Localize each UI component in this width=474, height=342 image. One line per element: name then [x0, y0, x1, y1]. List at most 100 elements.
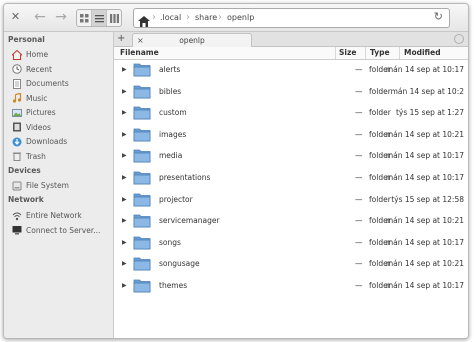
- folder-icon: [133, 62, 151, 77]
- sidebar-item-label: Connect to Server...: [26, 225, 101, 235]
- breadcrumb-separator: ›: [186, 12, 190, 23]
- file-type: folder: [369, 86, 391, 96]
- drive-icon: [12, 181, 22, 191]
- server-icon: [12, 225, 22, 235]
- file-manager-window: ✕ ← → › .local › share › openlp ↻ Person…: [3, 3, 469, 339]
- table-row[interactable]: ▶ projector — folder týs 15 sep at 12:58: [114, 190, 468, 212]
- file-name: songs: [159, 237, 181, 247]
- file-name: songusage: [159, 259, 200, 269]
- tab-bar: + × openlp: [114, 32, 468, 47]
- file-size: —: [355, 281, 363, 290]
- file-modified: mán 14 sep at 10:21: [385, 129, 464, 139]
- breadcrumb-item[interactable]: .local: [160, 9, 181, 27]
- expand-arrow-icon[interactable]: ▶: [122, 174, 127, 181]
- file-size: —: [355, 237, 363, 247]
- file-name: themes: [159, 281, 188, 290]
- new-tab-icon[interactable]: +: [117, 32, 125, 46]
- sidebar-heading-devices: Devices: [8, 166, 41, 175]
- file-list: Filename Size Type Modified ▶ alerts — fold…: [114, 47, 468, 338]
- folder-icon: [133, 278, 151, 293]
- file-name: custom: [159, 108, 187, 118]
- folder-icon: [133, 105, 151, 120]
- file-size: —: [355, 108, 363, 118]
- file-name: images: [159, 129, 187, 139]
- sidebar-heading-network: Network: [8, 195, 44, 204]
- view-switcher: [76, 9, 122, 27]
- table-row[interactable]: ▶ presentations — folder mán 14 sep at 10:17: [114, 168, 468, 190]
- folder-icon: [133, 235, 151, 250]
- sidebar-item-connect-to-server[interactable]: Connect to Server...: [12, 224, 100, 237]
- sidebar-item-trash[interactable]: Trash: [12, 150, 46, 163]
- column-view-icon[interactable]: [107, 10, 121, 26]
- file-modified: mán 14 sep at 10:21: [385, 259, 464, 269]
- sidebar-item-documents[interactable]: Documents: [12, 77, 69, 90]
- file-size: —: [355, 216, 363, 226]
- expand-arrow-icon[interactable]: ▶: [122, 131, 127, 138]
- table-row[interactable]: ▶ themes — folder mán 14 sep at 10:17: [114, 276, 468, 298]
- reload-icon[interactable]: ↻: [434, 10, 443, 23]
- file-modified: mán 14 sep at 10:17: [385, 237, 464, 247]
- list-view-icon[interactable]: [92, 10, 107, 26]
- table-row[interactable]: ▶ media — folder mán 14 sep at 10:17: [114, 146, 468, 168]
- forward-icon[interactable]: →: [53, 9, 69, 25]
- home-icon: [10, 49, 24, 60]
- breadcrumb-item[interactable]: openlp: [227, 9, 254, 27]
- sidebar-item-recent[interactable]: Recent: [12, 63, 52, 76]
- breadcrumb-item[interactable]: share: [195, 9, 217, 27]
- expand-arrow-icon[interactable]: ▶: [122, 217, 127, 224]
- sidebar-item-pictures[interactable]: Pictures: [12, 106, 56, 119]
- restore-tab-icon[interactable]: [454, 34, 464, 44]
- file-size: —: [355, 194, 363, 204]
- table-row[interactable]: ▶ bibles — folder mán 14 sep at 10:2: [114, 82, 468, 104]
- table-row[interactable]: ▶ custom — folder týs 15 sep at 1:27: [114, 103, 468, 125]
- sidebar-item-label: Pictures: [26, 108, 56, 117]
- column-divider[interactable]: [365, 47, 366, 59]
- column-header-filename[interactable]: Filename: [120, 47, 159, 59]
- expand-arrow-icon[interactable]: ▶: [122, 66, 127, 73]
- sidebar-item-label: Documents: [26, 79, 69, 88]
- expand-arrow-icon[interactable]: ▶: [122, 239, 127, 246]
- table-row[interactable]: ▶ songusage — folder mán 14 sep at 10:21: [114, 254, 468, 276]
- table-row[interactable]: ▶ servicemanager — folder mán 14 sep at 10:2…: [114, 211, 468, 233]
- file-name: bibles: [159, 86, 182, 96]
- file-type: folder: [369, 194, 391, 204]
- column-header-modified[interactable]: Modified: [404, 47, 441, 59]
- sidebar-item-label: Music: [26, 93, 48, 103]
- sidebar-item-label: Recent: [26, 64, 52, 74]
- sidebar-item-videos[interactable]: Videos: [12, 121, 51, 134]
- sidebar-item-file-system[interactable]: File System: [12, 179, 69, 192]
- expand-arrow-icon[interactable]: ▶: [122, 152, 127, 159]
- breadcrumb-separator: ›: [218, 12, 222, 23]
- sidebar-item-music[interactable]: Music: [12, 92, 47, 105]
- file-modified: mán 14 sep at 10:2: [390, 86, 464, 96]
- sidebar-item-home[interactable]: Home: [10, 48, 48, 61]
- column-divider[interactable]: [399, 47, 400, 59]
- tab-openlp[interactable]: × openlp: [132, 33, 252, 47]
- sidebar-item-downloads[interactable]: Downloads: [12, 135, 67, 148]
- column-divider[interactable]: [335, 47, 336, 59]
- expand-arrow-icon[interactable]: ▶: [122, 260, 127, 267]
- column-header-size[interactable]: Size: [339, 47, 356, 59]
- home-icon[interactable]: [138, 12, 150, 31]
- tab-label: openlp: [179, 36, 205, 45]
- path-bar[interactable]: › .local › share › openlp ↻: [133, 8, 450, 28]
- expand-arrow-icon[interactable]: ▶: [122, 196, 127, 203]
- file-name: projector: [159, 194, 193, 204]
- close-window-icon[interactable]: ✕: [8, 9, 23, 24]
- back-icon[interactable]: ←: [32, 9, 48, 25]
- sidebar-item-entire-network[interactable]: Entire Network: [12, 209, 82, 222]
- column-header-row: Filename Size Type Modified: [114, 47, 468, 60]
- file-modified: mán 14 sep at 10:17: [385, 65, 464, 74]
- table-row[interactable]: ▶ images — folder mán 14 sep at 10:21: [114, 125, 468, 147]
- file-modified: mán 14 sep at 10:17: [385, 173, 464, 182]
- table-row[interactable]: ▶ songs — folder mán 14 sep at 10:17: [114, 233, 468, 255]
- toolbar: ✕ ← → › .local › share › openlp ↻: [4, 4, 468, 32]
- expand-arrow-icon[interactable]: ▶: [122, 282, 127, 289]
- grid-view-icon[interactable]: [77, 10, 92, 26]
- column-header-type[interactable]: Type: [370, 47, 390, 59]
- folder-icon: [133, 127, 151, 142]
- table-row[interactable]: ▶ alerts — folder mán 14 sep at 10:17: [114, 60, 468, 82]
- expand-arrow-icon[interactable]: ▶: [122, 109, 127, 116]
- file-size: —: [355, 65, 363, 74]
- expand-arrow-icon[interactable]: ▶: [122, 88, 127, 95]
